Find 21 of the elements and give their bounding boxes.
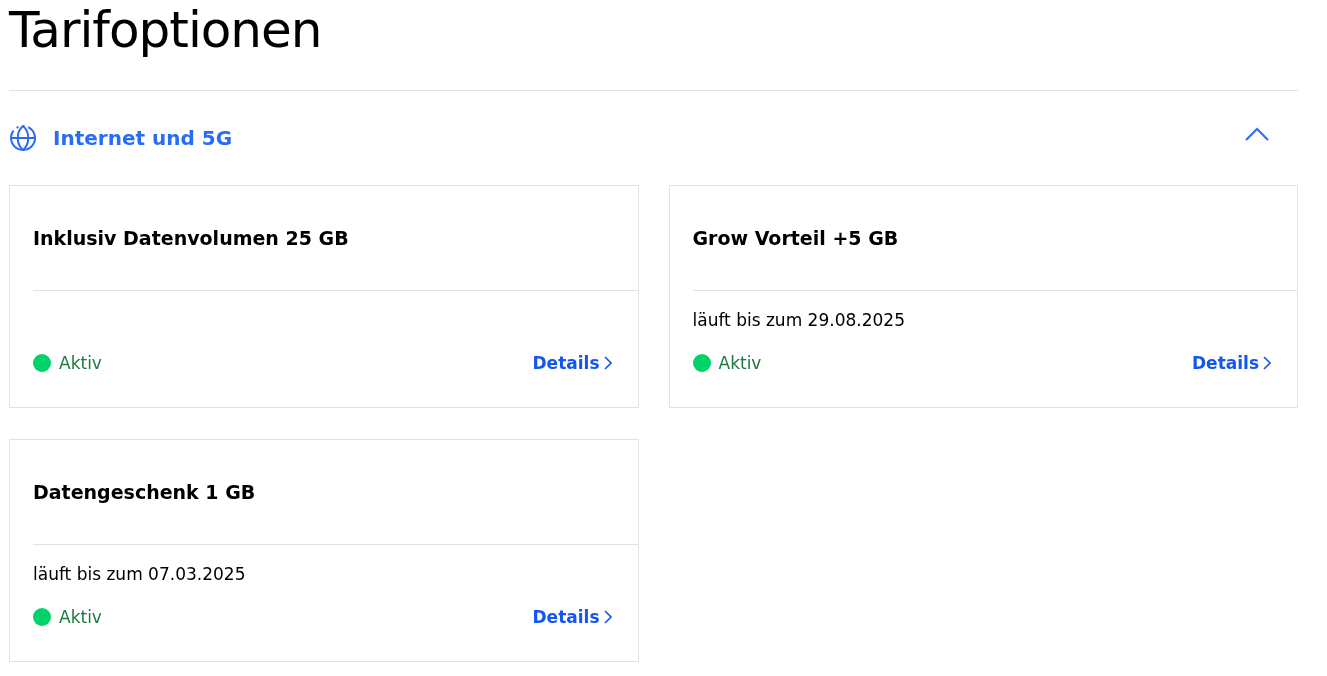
status-label: Aktiv: [718, 353, 762, 373]
card-title: Grow Vorteil +5 GB: [692, 226, 900, 251]
section-title: Internet und 5G: [53, 126, 233, 150]
details-link[interactable]: Details: [1192, 353, 1271, 373]
details-link[interactable]: Details: [532, 607, 612, 627]
card-title: Inklusiv Datenvolumen 25 GB: [33, 226, 350, 251]
card-note: läuft bis zum 29.08.2025: [692, 309, 905, 330]
page-title: Tarifoptionen: [9, 0, 323, 60]
chevron-right-icon: [1263, 355, 1271, 371]
chevron-icon[interactable]: [1245, 127, 1269, 141]
status-label: Aktiv: [59, 607, 102, 627]
status-label: Aktiv: [59, 353, 102, 373]
chevron-right-icon: [603, 355, 612, 371]
details-link[interactable]: Details: [532, 353, 612, 373]
card-note: läuft bis zum 07.03.2025: [33, 563, 246, 584]
chevron-right-icon: [603, 609, 612, 625]
status-dot: [33, 608, 51, 626]
globe-icon: [9, 123, 39, 153]
status-dot: [33, 354, 51, 372]
status-dot: [692, 354, 711, 372]
card-title: Datengeschenk 1 GB: [33, 480, 257, 505]
